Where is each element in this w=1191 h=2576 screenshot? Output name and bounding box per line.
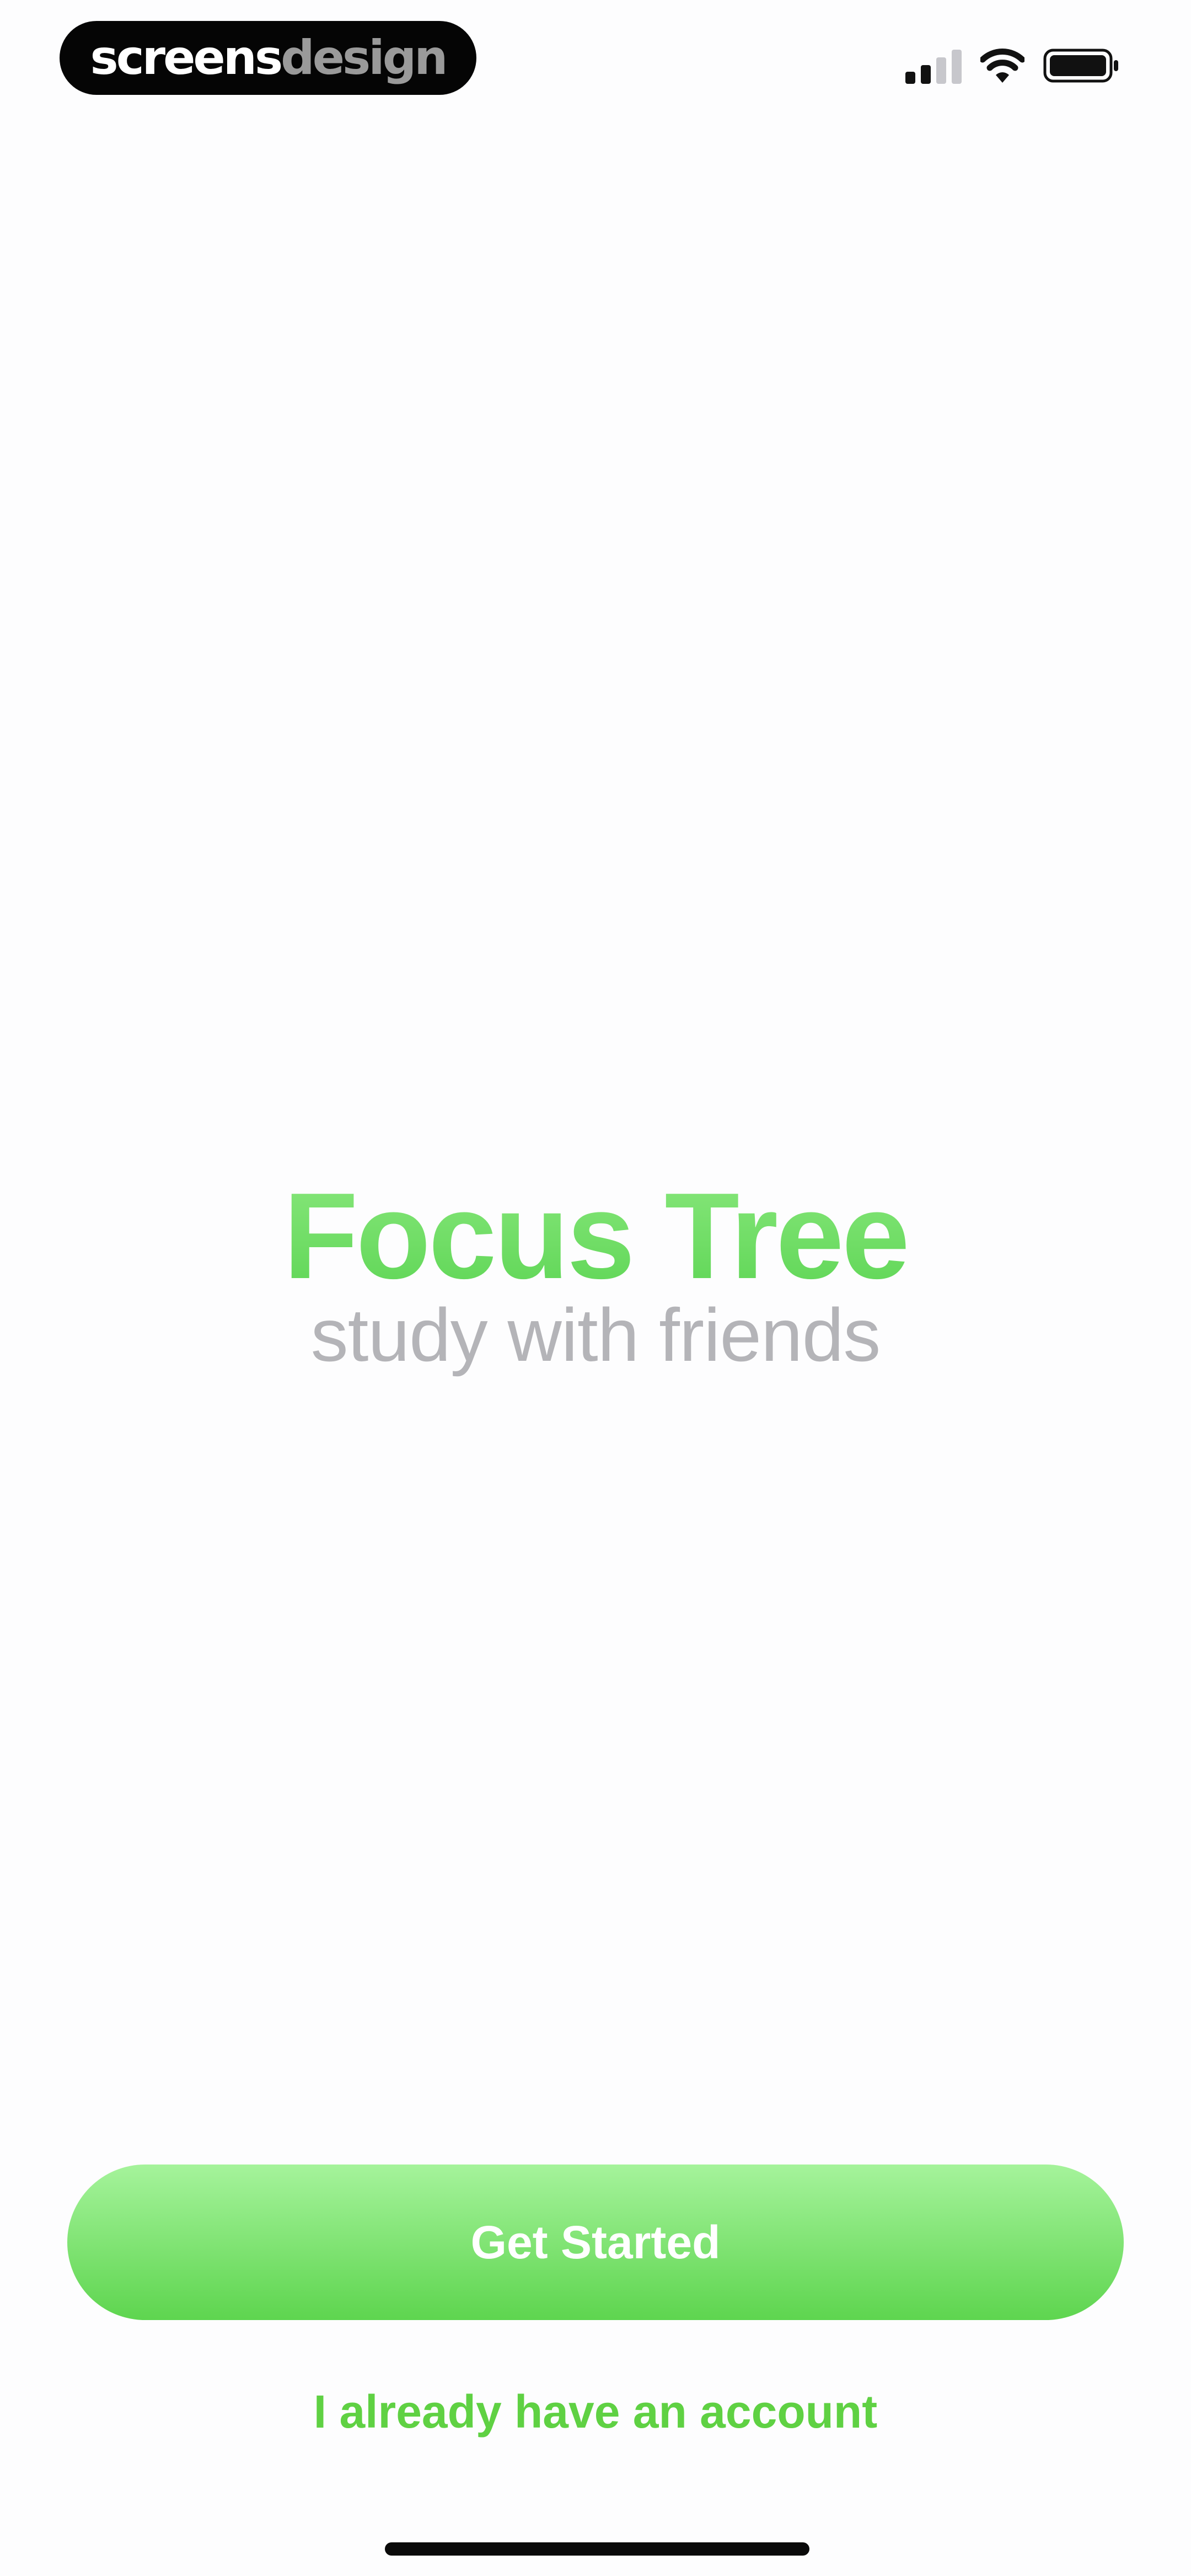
get-started-button[interactable]: Get Started [67,2165,1124,2320]
existing-account-link[interactable]: I already have an account [0,2388,1191,2435]
wifi-icon [980,49,1024,83]
app-title: Focus Tree [0,1175,1191,1297]
brand-primary-text: screens [90,30,283,85]
cellular-signal-icon [905,47,962,84]
app-subtitle: study with friends [310,1293,881,1377]
status-bar: screens design [0,0,1191,110]
splash-title-block: Focus Tree study with friends [0,1175,1191,1372]
battery-icon [1043,49,1118,83]
home-indicator[interactable] [385,2542,809,2556]
screensdesign-badge: screens design [60,21,476,95]
status-icons [905,45,1119,86]
brand-secondary-text: design [281,30,448,85]
